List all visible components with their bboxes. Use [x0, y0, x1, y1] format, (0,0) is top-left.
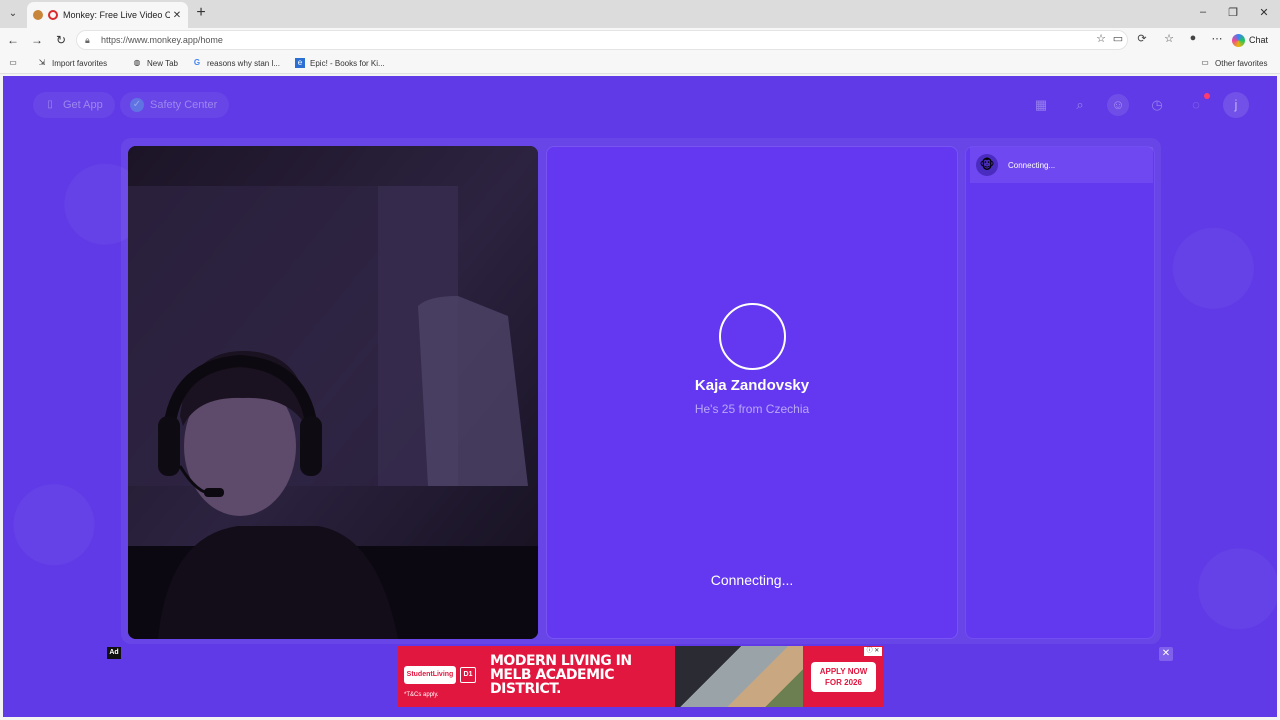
bookmark-label: New Tab [147, 58, 178, 68]
chat-status-row: 🐵︎ Connecting... [970, 147, 1153, 183]
ad-close-button[interactable]: ✕ [1159, 647, 1173, 661]
more-menu-icon[interactable]: ⋯ [1209, 32, 1225, 45]
browser-tab-active[interactable]: Monkey: Free Live Video Chat ✕ [27, 2, 188, 28]
site-info-icon[interactable]: 🔒︎ [85, 35, 95, 46]
ad-brand-logo: StudentLiving [404, 666, 456, 684]
tab-title: Monkey: Free Live Video Chat [63, 10, 170, 20]
ad-info-icon[interactable]: ⓘ ✕ [864, 647, 882, 656]
shield-icon: ✓ [130, 98, 144, 112]
address-bar-row: ← → ↻ 🔒︎ https://www.monkey.app/home ☆ ▭… [0, 28, 1280, 52]
recording-indicator-icon [48, 10, 58, 20]
bookmark-import-favorites[interactable]: ⇲ Import favorites [37, 58, 108, 68]
new-tab-button[interactable]: + [193, 5, 209, 21]
ad-label: Ad [107, 647, 121, 659]
favorite-star-icon[interactable]: ☆ [1093, 32, 1109, 45]
other-favorites-label: Other favorites [1215, 58, 1268, 68]
bookmarks-bar: ▭ ⇲ Import favorites ◍ New Tab G reasons… [0, 52, 1280, 74]
ad-apply-button[interactable]: APPLY NOW FOR 2026 [811, 662, 876, 692]
bookmark-google[interactable]: G reasons why stan l... [192, 58, 280, 68]
monkey-favicon-icon [33, 10, 43, 20]
favorites-icon[interactable]: ☆ [1161, 32, 1177, 45]
shop-icon[interactable]: ▦ [1030, 94, 1052, 116]
monkey-app-page: ▯ Get App ✓ Safety Center ▦ ⌕ ☺ ◷ ◌ j Ka… [3, 76, 1277, 717]
ad-banner[interactable]: StudentLiving D1 *T&Cs apply. MODERN LIV… [398, 646, 884, 707]
chat-panel: 🐵︎ Connecting... [965, 146, 1155, 639]
search-icon[interactable]: ⌕ [1069, 94, 1091, 116]
globe-icon: ◍ [133, 58, 141, 67]
google-icon: G [193, 58, 201, 67]
epic-icon: e [295, 58, 305, 68]
partner-card: Kaja Zandovsky He's 25 from Czechia Conn… [546, 146, 958, 639]
monkey-avatar-icon: 🐵︎ [976, 154, 998, 176]
history-icon[interactable]: ◷ [1146, 94, 1168, 116]
bookmark-label: Import favorites [52, 58, 108, 68]
safety-center-label: Safety Center [150, 99, 218, 111]
close-window-icon[interactable]: ✕ [1257, 6, 1271, 19]
copilot-icon [1232, 33, 1245, 47]
get-app-label: Get App [63, 99, 103, 111]
forward-icon[interactable]: → [29, 32, 45, 48]
profile-icon[interactable]: ● [1185, 32, 1201, 44]
copilot-chat-button[interactable]: Chat [1232, 31, 1274, 49]
camera-in-use-icon[interactable]: ▭ [1110, 32, 1126, 45]
tab-close-icon[interactable]: ✕ [170, 10, 184, 21]
safety-center-button[interactable]: ✓ Safety Center [120, 92, 230, 118]
monkey-icon[interactable]: ☺ [1107, 94, 1129, 116]
sidebar-toggle-icon[interactable]: ▭ [8, 58, 23, 68]
ad-headline: MODERN LIVING IN MELB ACADEMIC DISTRICT. [490, 653, 632, 697]
ad-badge: D1 [460, 667, 476, 683]
phone-icon: ▯ [47, 99, 53, 110]
back-icon[interactable]: ← [5, 32, 21, 48]
notification-dot [1204, 93, 1210, 99]
url-input[interactable]: 🔒︎ https://www.monkey.app/home [76, 30, 1128, 50]
user-avatar[interactable]: j [1223, 92, 1249, 118]
partner-avatar-ring [719, 303, 786, 370]
self-video-feed [128, 146, 538, 639]
folder-icon: ▭ [1201, 58, 1209, 67]
minimize-icon[interactable]: – [1196, 6, 1210, 18]
restore-icon[interactable]: ❐ [1226, 6, 1240, 19]
browser-tab-bar: ⌄ Monkey: Free Live Video Chat ✕ + – ❐ ✕ [0, 0, 1280, 28]
chat-button-label: Chat [1249, 35, 1269, 45]
reload-icon[interactable]: ↻ [53, 32, 69, 48]
get-app-button[interactable]: ▯ Get App [33, 92, 115, 118]
url-text: https://www.monkey.app/home [101, 35, 223, 45]
partner-name: Kaja Zandovsky [694, 377, 810, 394]
partner-subtitle: He's 25 from Czechia [694, 402, 810, 416]
webcam-image [128, 146, 538, 639]
tab-actions-menu-icon[interactable]: ⌄ [4, 4, 22, 22]
bookmark-epic[interactable]: e Epic! - Books for Ki... [295, 58, 385, 68]
ad-photo [675, 646, 803, 707]
bookmark-label: reasons why stan l... [207, 58, 280, 68]
bookmark-label: Epic! - Books for Ki... [310, 58, 385, 68]
other-favorites-folder[interactable]: ▭ Other favorites [1200, 58, 1267, 68]
extensions-icon[interactable]: ⟳ [1134, 32, 1150, 45]
ad-terms: *T&Cs apply. [404, 692, 439, 698]
bookmark-new-tab[interactable]: ◍ New Tab [132, 58, 178, 68]
connection-status: Connecting... [710, 572, 794, 588]
import-icon: ⇲ [38, 58, 46, 67]
chat-status-text: Connecting... [1008, 160, 1056, 170]
